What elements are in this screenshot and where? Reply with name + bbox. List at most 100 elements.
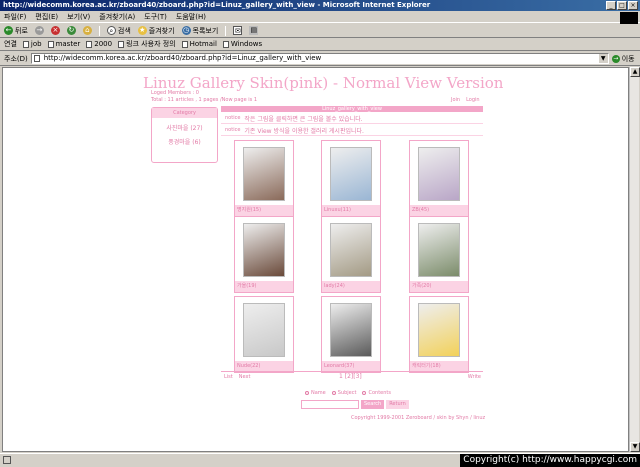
search-option-subject[interactable]: Subject [331,390,357,396]
minimize-button[interactable]: _ [606,1,616,10]
scroll-up-icon[interactable]: ▲ [630,67,640,77]
windows-logo-icon [620,12,638,24]
address-url: http://widecomm.korea.ac.kr/zboard40/zbo… [43,54,322,62]
favorites-button[interactable]: ★ 즐겨찾기 [137,26,175,36]
thumbnail-image[interactable] [418,147,460,201]
thumbnail-image[interactable] [418,303,460,357]
menu-help[interactable]: 도움말(H) [176,12,206,22]
thumbnail-caption[interactable]: 명지원(15) [235,205,293,216]
notice-text: 작은 그림을 클릭하면 큰 그림을 볼수 있습니다. [244,115,363,123]
link-windows[interactable]: Windows [222,40,262,48]
toolbar-separator [225,25,227,36]
search-button[interactable]: ⌕ 검색 [106,26,131,36]
board-header: Linuz_gallery_with_view [221,106,483,112]
link-label: 링크 사용자 정의 [126,40,176,48]
stop-button[interactable]: × [50,26,60,35]
thumbnail-card[interactable]: 가을(19) [234,216,294,293]
thumbnail-card[interactable]: 캐릭터기(18) [409,296,469,373]
notice-tag: notice [225,115,241,121]
login-link[interactable]: Login [466,97,480,103]
join-link[interactable]: Join [451,97,460,103]
menu-view[interactable]: 보기(V) [67,12,90,22]
thumbnail-card[interactable]: lady(24) [321,216,381,293]
home-icon: ⌂ [82,26,92,35]
refresh-button[interactable]: ↻ [66,26,76,35]
history-button[interactable]: ◷ 목록보기 [181,26,218,36]
search-submit-button[interactable]: Search [361,400,385,409]
address-label: 주소(D) [4,54,28,63]
thumbnail-image[interactable] [243,303,285,357]
close-button[interactable]: × [628,1,638,10]
cancel-button[interactable]: Return [386,400,409,409]
radio-icon [362,391,367,395]
menu-edit[interactable]: 편집(E) [35,12,58,22]
page-icon [22,40,29,48]
thumbnail-card[interactable]: 가족(20) [409,216,469,293]
search-input[interactable] [301,400,359,409]
write-link[interactable]: Write [468,374,481,380]
thumbnail-image[interactable] [243,223,285,277]
vertical-scrollbar[interactable]: ▲ ▼ [629,67,640,452]
thumbnail-card[interactable]: ZB(45) [409,140,469,217]
menu-tools[interactable]: 도구(T) [144,12,167,22]
thumbnail-caption[interactable]: 가을(19) [235,281,293,292]
print-button[interactable]: ▤ [249,26,259,35]
search-option-name[interactable]: Name [305,390,326,396]
thumbnail-caption[interactable]: Linuxu(11) [322,205,380,216]
thumbnail-image[interactable] [418,223,460,277]
thumbnail-image[interactable] [243,147,285,201]
menu-favorites[interactable]: 즐겨찾기(A) [99,12,135,22]
back-arrow-icon: ← [4,26,13,35]
next-link[interactable]: Next [239,374,251,380]
thumbnail-caption[interactable]: lady(24) [322,281,380,292]
thumbnail-card[interactable]: 명지원(15) [234,140,294,217]
stop-icon: × [50,26,60,35]
thumbnail-caption[interactable]: 가족(20) [410,281,468,292]
link-hotmail[interactable]: Hotmail [181,40,217,48]
option-label: Subject [337,390,357,396]
mail-icon: ✉ [233,26,243,35]
menu-file[interactable]: 파일(F) [4,12,26,22]
address-input[interactable]: http://widecomm.korea.ac.kr/zboard40/zbo… [30,53,609,64]
search-label: 검색 [117,26,131,35]
maximize-button[interactable]: □ [617,1,627,10]
category-item[interactable]: 풍경마을 (6) [152,137,217,146]
go-button[interactable]: → 이동 [611,54,635,64]
forward-button[interactable]: → [34,26,44,35]
forward-arrow-icon: → [34,26,44,35]
thumbnail-card[interactable]: Linuxu(11) [321,140,381,217]
link-label: job [30,40,42,48]
auth-links: Join Login [451,97,480,103]
link-job[interactable]: job [22,40,42,48]
scroll-down-icon[interactable]: ▼ [630,442,640,452]
page-numbers[interactable]: 1 [2][3] [339,373,362,380]
ie-page-icon [3,456,11,464]
thumbnail-image[interactable] [330,147,372,201]
chevron-down-icon[interactable]: ▼ [598,54,608,63]
thumbnail-image[interactable] [330,303,372,357]
notice-row[interactable]: notice 기존 View 방식을 이용한 갤러리 게시판입니다. [221,125,483,136]
list-link[interactable]: List [224,374,233,380]
notice-tag: notice [225,127,241,133]
mail-button[interactable]: ✉ [233,26,243,35]
search-option-contents[interactable]: Contents [362,390,391,396]
link-custom[interactable]: 링크 사용자 정의 [118,39,176,49]
thumbnail-card[interactable]: Leonard(37) [321,296,381,373]
thumbnail-image[interactable] [330,223,372,277]
notice-row[interactable]: notice 작은 그림을 클릭하면 큰 그림을 볼수 있습니다. [221,113,483,124]
thumbnail-caption[interactable]: ZB(45) [410,205,468,216]
category-item[interactable]: 사진마을 (27) [152,123,217,132]
refresh-icon: ↻ [66,26,76,35]
link-2000[interactable]: 2000 [86,40,112,48]
toolbar: ← 뒤로 → × ↻ ⌂ ⌕ 검색 ★ 즐겨찾기 ◷ 목록보기 ✉ ▤ [0,24,640,38]
window-controls: _ □ × [606,1,638,10]
home-button[interactable]: ⌂ [82,26,92,35]
list-footer: List Next 1 [2][3] Write [221,371,483,380]
page-icon [181,40,188,48]
page-icon [47,40,54,48]
notice-text: 기존 View 방식을 이용한 갤러리 게시판입니다. [244,127,364,135]
thumbnail-card[interactable]: Nude(22) [234,296,294,373]
link-master[interactable]: master [47,40,80,48]
list-nav: List Next [224,374,250,380]
back-button[interactable]: ← 뒤로 [4,26,28,36]
